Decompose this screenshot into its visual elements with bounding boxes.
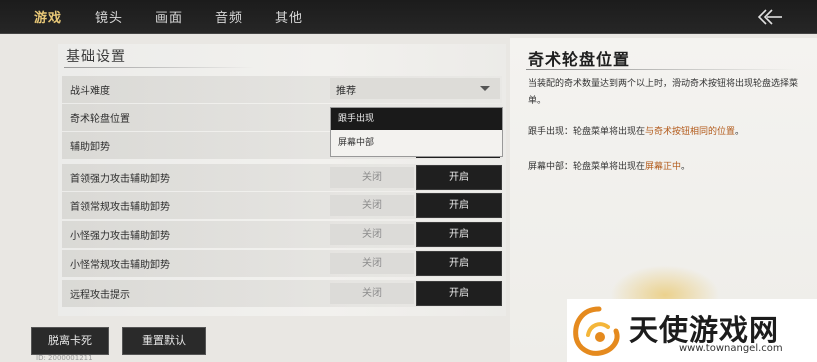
dropdown-option-follow[interactable]: 跟手出现	[331, 108, 502, 130]
setting-row: 小怪强力攻击辅助卸势 关闭 开启	[62, 221, 502, 248]
section-title: 基础设置	[66, 49, 126, 65]
chevron-down-icon	[480, 86, 490, 91]
setting-label: 首领强力攻击辅助卸势	[70, 174, 170, 185]
dropdown-option-center[interactable]: 屏幕中部	[331, 132, 502, 154]
setting-label: 奇术轮盘位置	[70, 114, 130, 125]
difficulty-select[interactable]: 推荐	[330, 78, 500, 99]
angel-logo-icon	[573, 306, 620, 356]
setting-label: 战斗难度	[70, 86, 110, 97]
toggle-off-button[interactable]: 关闭	[330, 195, 414, 216]
setting-label: 远程攻击提示	[70, 290, 130, 301]
setting-row: 远程攻击提示 关闭 开启	[62, 280, 502, 307]
reset-default-button[interactable]: 重置默认	[122, 327, 206, 355]
toggle-on-button[interactable]: 开启	[416, 281, 502, 306]
setting-row: 小怪常规攻击辅助卸势 关闭 开启	[62, 250, 502, 277]
toggle-on-button[interactable]: 开启	[416, 251, 502, 276]
setting-row: 首领强力攻击辅助卸势 关闭 开启	[62, 164, 502, 191]
info-option-follow: 跟手出现：轮盘菜单将出现在与奇术按钮相同的位置。	[528, 124, 798, 141]
toggle-off-button[interactable]: 关闭	[330, 253, 414, 274]
setting-row: 首领常规攻击辅助卸势 关闭 开启	[62, 192, 502, 219]
tab-other[interactable]: 其他	[275, 7, 303, 26]
setting-label: 首领常规攻击辅助卸势	[70, 202, 170, 213]
info-divider	[526, 69, 796, 70]
escape-stuck-button[interactable]: 脱离卡死	[31, 327, 109, 355]
info-text-part: 屏幕中部：轮盘菜单将出现在	[528, 162, 646, 172]
info-text-part: 。	[681, 162, 691, 172]
info-option-center: 屏幕中部：轮盘菜单将出现在屏幕正中。	[528, 159, 798, 176]
version-text: ID: 2000001211	[36, 354, 93, 362]
tab-audio[interactable]: 音频	[215, 7, 243, 26]
setting-label: 小怪强力攻击辅助卸势	[70, 231, 170, 242]
setting-label: 辅助卸势	[70, 142, 110, 153]
tab-graphics[interactable]: 画面	[155, 7, 183, 26]
info-highlight: 屏幕正中	[645, 162, 682, 172]
info-text-part: 。	[735, 127, 745, 137]
info-text-part: 跟手出现：轮盘菜单将出现在	[528, 127, 646, 137]
tab-game[interactable]: 游戏	[34, 7, 62, 26]
double-chevron-left-icon[interactable]	[757, 8, 783, 26]
toggle-on-button[interactable]: 开启	[416, 222, 502, 247]
toggle-on-button[interactable]: 开启	[416, 193, 502, 218]
tab-camera[interactable]: 镜头	[95, 7, 123, 26]
toggle-on-button[interactable]: 开启	[416, 165, 502, 190]
info-title: 奇术轮盘位置	[528, 50, 631, 69]
toggle-off-button[interactable]: 关闭	[330, 283, 414, 304]
watermark-url: www.townangel.com	[679, 343, 783, 354]
info-highlight: 与奇术按钮相同的位置	[645, 127, 736, 137]
top-nav-bar: 游戏 镜头 画面 音频 其他	[0, 0, 817, 34]
section-divider	[64, 67, 254, 68]
info-description: 当装配的奇术数量达到两个以上时，滑动奇术按钮将出现轮盘选择菜单。	[528, 79, 799, 106]
select-value: 推荐	[336, 86, 356, 97]
setting-label: 小怪常规攻击辅助卸势	[70, 260, 170, 271]
toggle-off-button[interactable]: 关闭	[330, 224, 414, 245]
wheel-position-dropdown[interactable]: 跟手出现 屏幕中部	[330, 107, 503, 157]
toggle-off-button[interactable]: 关闭	[330, 167, 414, 188]
